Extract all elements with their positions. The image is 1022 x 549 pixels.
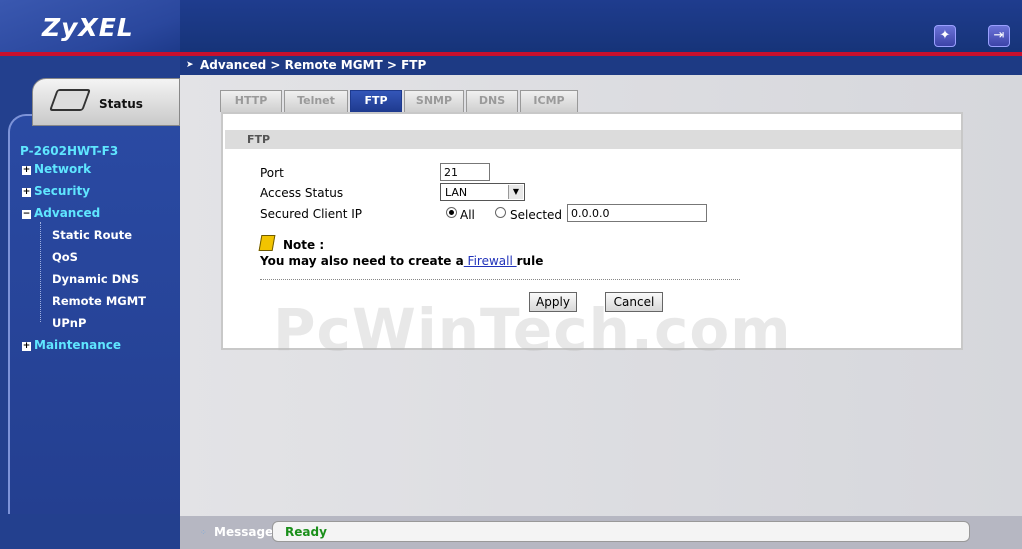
tab-http[interactable]: HTTP (220, 90, 282, 112)
status-tab[interactable]: Status (32, 78, 180, 126)
sidebar-item-security[interactable]: + Security (22, 184, 90, 198)
port-field[interactable] (440, 163, 490, 181)
grip-icon: ⁘ (200, 528, 207, 537)
sidebar-item-label: Security (34, 184, 91, 198)
message-box: Ready (272, 521, 970, 542)
wizard-icon[interactable]: ✦ (934, 25, 956, 47)
status-tab-label: Status (99, 97, 143, 111)
note-text: You may also need to create a Firewall r… (260, 254, 543, 268)
main-content: ➤ Advanced > Remote MGMT > FTP HTTP Teln… (180, 56, 1022, 516)
tab-snmp[interactable]: SNMP (404, 90, 464, 112)
logo-band: ZyXEL (0, 0, 180, 52)
note-icon (258, 235, 276, 251)
breadcrumb-bar: ➤ Advanced > Remote MGMT > FTP (180, 56, 1022, 75)
expand-icon[interactable]: + (22, 342, 31, 351)
separator (260, 279, 740, 280)
sidebar: Status P-2602HWT-F3 + Network + Security −… (0, 56, 180, 549)
message-label: Message (214, 525, 274, 539)
sidebar-subitem-dynamic-dns[interactable]: Dynamic DNS (52, 272, 139, 286)
breadcrumb-arrow-icon: ➤ (186, 60, 194, 70)
tab-icmp[interactable]: ICMP (520, 90, 578, 112)
chevron-down-icon: ▼ (508, 185, 523, 199)
router-icon (48, 89, 92, 111)
device-name: P-2602HWT-F3 (20, 144, 119, 158)
sidebar-item-label: Maintenance (34, 338, 122, 352)
sidebar-item-label: Network (34, 162, 92, 176)
sidebar-subitem-remote-mgmt[interactable]: Remote MGMT (52, 294, 146, 308)
note-title: Note : (283, 238, 325, 252)
secured-client-ip-label: Secured Client IP (260, 207, 363, 221)
radio-all-label: All (460, 208, 475, 222)
section-header: FTP (225, 130, 961, 149)
radio-all[interactable] (446, 207, 457, 218)
sidebar-subitem-qos[interactable]: QoS (52, 250, 78, 264)
collapse-icon[interactable]: − (22, 210, 31, 219)
sidebar-item-maintenance[interactable]: + Maintenance (22, 338, 121, 352)
expand-icon[interactable]: + (22, 166, 31, 175)
tree-connector (40, 222, 41, 322)
selected-ip-field[interactable] (567, 204, 707, 222)
radio-selected[interactable] (495, 207, 506, 218)
message-status: Ready (285, 525, 327, 539)
tab-ftp[interactable]: FTP (350, 90, 402, 112)
sidebar-item-advanced[interactable]: − Advanced (22, 206, 100, 220)
breadcrumb: Advanced > Remote MGMT > FTP (200, 58, 427, 72)
cancel-button[interactable]: Cancel (605, 292, 663, 312)
header: ZyXEL ✦ ⇥ (0, 0, 1022, 52)
zyxel-logo: ZyXEL (42, 13, 134, 42)
note-text-before: You may also need to create a (260, 254, 464, 268)
ftp-settings-panel: FTP Port Access Status LAN ▼ Secured Cli… (221, 112, 963, 364)
radio-selected-label: Selected (510, 208, 563, 222)
sidebar-subitem-upnp[interactable]: UPnP (52, 316, 86, 330)
apply-button[interactable]: Apply (529, 292, 577, 312)
logout-icon[interactable]: ⇥ (988, 25, 1010, 47)
access-status-select[interactable]: LAN ▼ (440, 183, 525, 201)
sidebar-item-network[interactable]: + Network (22, 162, 91, 176)
firewall-link[interactable]: Firewall (464, 254, 517, 268)
sidebar-subitem-static-route[interactable]: Static Route (52, 228, 132, 242)
section-title: FTP (247, 133, 271, 146)
tab-dns[interactable]: DNS (466, 90, 518, 112)
expand-icon[interactable]: + (22, 188, 31, 197)
note-text-after: rule (516, 254, 544, 268)
access-status-value: LAN (445, 186, 468, 199)
sidebar-item-label: Advanced (34, 206, 101, 220)
port-label: Port (260, 166, 284, 180)
tab-telnet[interactable]: Telnet (284, 90, 348, 112)
access-status-label: Access Status (260, 186, 344, 200)
message-bar: ⁘ Message Ready (180, 516, 1022, 549)
